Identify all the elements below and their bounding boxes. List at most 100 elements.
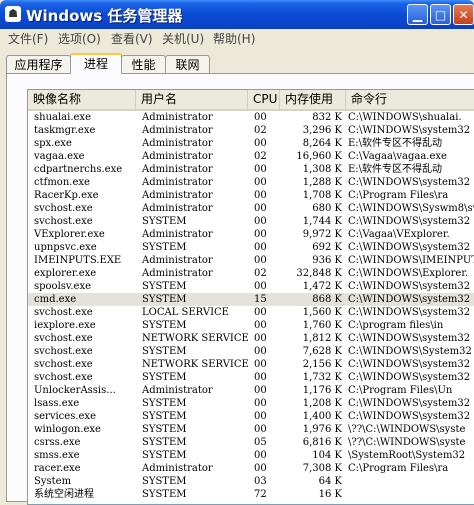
menu-shutdown[interactable]: 关机(U): [162, 30, 204, 47]
menu-bar: 文件(F) 选项(O) 查看(V) 关机(U) 帮助(H): [0, 29, 474, 47]
process-user: Administrator: [142, 164, 213, 175]
process-command-line: [348, 475, 474, 488]
menu-view[interactable]: 查看(V): [111, 30, 153, 47]
table-row[interactable]: cmd.exe SYSTEM 15 868 K C:\WINDOWS\system32: [28, 293, 474, 306]
process-cpu: 00: [254, 346, 267, 357]
process-mem: 832 K: [312, 112, 342, 123]
process-command-line: C:\WINDOWS\Syswm8\sv: [348, 203, 474, 214]
process-command-line: C:\WINDOWS\system32: [348, 177, 471, 188]
table-row[interactable]: csrss.exe SYSTEM 05 6,816 K \??\C:\WINDOWS\s…: [28, 436, 474, 449]
process-cpu: 00: [254, 385, 267, 396]
table-row[interactable]: taskmgr.exe Administrator 02 3,296 K C:\WIND…: [28, 124, 474, 137]
table-row[interactable]: vagaa.exe Administrator 02 16,960 K C:\Vagaa…: [28, 150, 474, 163]
process-user: SYSTEM: [142, 450, 187, 461]
process-name: cdpartnerchs.exe: [34, 164, 123, 175]
process-mem: 1,288 K: [302, 177, 342, 188]
table-row[interactable]: ctfmon.exe Administrator 00 1,288 K C:\WINDO…: [28, 176, 474, 189]
tab-processes[interactable]: 进程: [70, 53, 122, 74]
close-button[interactable]: ✕: [453, 4, 474, 25]
table-row[interactable]: spx.exe Administrator 00 8,264 K E:\软件专区不得乱动: [28, 137, 474, 150]
process-cpu: 00: [254, 164, 267, 175]
process-command-line: C:\WINDOWS\system32: [348, 411, 471, 422]
process-name: svchost.exe: [34, 372, 93, 383]
column-header-user-name[interactable]: 用户名: [136, 90, 248, 109]
process-cpu: 02: [254, 125, 267, 136]
table-row[interactable]: svchost.exe NETWORK SERVICE 00 1,812 K C:\WI…: [28, 332, 474, 345]
table-row[interactable]: svchost.exe LOCAL SERVICE 00 1,560 K C:\WIND…: [28, 306, 474, 319]
process-mem: 9,972 K: [302, 229, 342, 240]
process-list[interactable]: 映像名称 用户名 CPU 内存使用 命令行 shualai.exe Adminis…: [27, 89, 474, 505]
column-header-cpu[interactable]: CPU: [248, 90, 280, 109]
process-mem: 7,628 K: [302, 346, 342, 357]
process-command-line: \??\C:\WINDOWS\syste: [348, 437, 466, 448]
process-command-line: \SystemRoot\System32: [348, 450, 466, 461]
process-command-line: C:\WINDOWS\system32: [348, 281, 471, 292]
column-header-image-name[interactable]: 映像名称: [28, 90, 136, 109]
table-row[interactable]: iexplore.exe SYSTEM 00 1,760 K C:\program fi…: [28, 319, 474, 332]
table-row[interactable]: shualai.exe Administrator 00 832 K C:\WINDOW…: [28, 111, 474, 124]
process-user: NETWORK SERVICE: [142, 333, 248, 344]
process-user: SYSTEM: [142, 476, 187, 487]
table-row[interactable]: explorer.exe Administrator 02 32,848 K C:\WI…: [28, 267, 474, 280]
process-cpu: 72: [254, 489, 267, 500]
process-mem: 7,308 K: [302, 463, 342, 474]
table-row[interactable]: spoolsv.exe SYSTEM 00 1,472 K C:\WINDOWS\sys…: [28, 280, 474, 293]
process-name: csrss.exe: [34, 437, 81, 448]
process-user: SYSTEM: [142, 216, 187, 227]
process-command-line: C:\WINDOWS\system32: [348, 333, 471, 344]
process-name: RacerKp.exe: [34, 190, 99, 201]
process-command-line: C:\Program Files\ra: [348, 463, 449, 474]
process-cpu: 00: [254, 242, 267, 253]
table-row[interactable]: IMEINPUTS.EXE Administrator 00 936 K C:\WIND…: [28, 254, 474, 267]
menu-file[interactable]: 文件(F): [8, 30, 48, 47]
table-row[interactable]: lsass.exe SYSTEM 00 1,208 K C:\WINDOWS\syste…: [28, 397, 474, 410]
process-name: svchost.exe: [34, 203, 93, 214]
process-command-line: C:\WINDOWS\system32: [348, 372, 471, 383]
maximize-button[interactable]: □: [430, 4, 451, 25]
table-row[interactable]: upnpsvc.exe SYSTEM 00 692 K C:\WINDOWS\syste…: [28, 241, 474, 254]
process-mem: 3,296 K: [302, 125, 342, 136]
column-header-command-line[interactable]: 命令行: [346, 90, 474, 109]
process-command-line: C:\Program Files\ra: [348, 190, 449, 201]
table-row[interactable]: UnlockerAssis... Administrator 00 1,176 K C:…: [28, 384, 474, 397]
process-user: NETWORK SERVICE: [142, 359, 248, 370]
tab-networking[interactable]: 联网: [165, 55, 210, 73]
process-mem: 1,176 K: [302, 385, 342, 396]
menu-options[interactable]: 选项(O): [58, 30, 101, 47]
process-user: Administrator: [142, 229, 213, 240]
table-row[interactable]: VExplorer.exe Administrator 00 9,972 K C:\Va…: [28, 228, 474, 241]
table-row[interactable]: 系统空闲进程 SYSTEM 72 16 K: [28, 488, 474, 501]
table-row[interactable]: svchost.exe SYSTEM 00 1,732 K C:\WINDOWS\sys…: [28, 371, 474, 384]
table-row[interactable]: svchost.exe SYSTEM 00 7,628 K C:\WINDOWS\Sys…: [28, 345, 474, 358]
table-row[interactable]: svchost.exe SYSTEM 00 1,744 K C:\WINDOWS\sys…: [28, 215, 474, 228]
process-command-line: C:\WINDOWS\shualai.: [348, 112, 462, 123]
column-header-mem-usage[interactable]: 内存使用: [280, 90, 346, 109]
table-row[interactable]: svchost.exe Administrator 00 680 K C:\WINDOW…: [28, 202, 474, 215]
table-row[interactable]: racer.exe Administrator 00 7,308 K C:\Progra…: [28, 462, 474, 475]
minimize-button[interactable]: ▁: [407, 4, 428, 25]
process-cpu: 00: [254, 424, 267, 435]
process-mem: 16,960 K: [296, 151, 342, 162]
process-command-line: [348, 488, 474, 501]
process-user: SYSTEM: [142, 346, 187, 357]
table-row[interactable]: System SYSTEM 03 64 K: [28, 475, 474, 488]
process-command-line: E:\软件专区不得乱动: [348, 138, 443, 149]
tab-applications[interactable]: 应用程序: [6, 55, 71, 73]
table-row[interactable]: winlogon.exe SYSTEM 00 1,976 K \??\C:\WINDOW…: [28, 423, 474, 436]
process-mem: 692 K: [312, 242, 342, 253]
process-mem: 1,708 K: [302, 190, 342, 201]
process-name: winlogon.exe: [34, 424, 101, 435]
table-row[interactable]: svchost.exe NETWORK SERVICE 00 2,156 K C:\WI…: [28, 358, 474, 371]
process-name: spoolsv.exe: [34, 281, 92, 292]
process-mem: 1,472 K: [302, 281, 342, 292]
menu-help[interactable]: 帮助(H): [213, 30, 255, 47]
process-cpu: 00: [254, 281, 267, 292]
table-row[interactable]: services.exe SYSTEM 00 1,400 K C:\WINDOWS\sy…: [28, 410, 474, 423]
table-row[interactable]: RacerKp.exe Administrator 00 1,708 K C:\Prog…: [28, 189, 474, 202]
process-cpu: 00: [254, 333, 267, 344]
processes-panel: 映像名称 用户名 CPU 内存使用 命令行 shualai.exe Adminis…: [6, 73, 474, 505]
process-cpu: 00: [254, 138, 267, 149]
tab-performance[interactable]: 性能: [121, 55, 166, 73]
table-row[interactable]: smss.exe SYSTEM 00 104 K \SystemRoot\System3…: [28, 449, 474, 462]
table-row[interactable]: cdpartnerchs.exe Administrator 00 1,308 K E:…: [28, 163, 474, 176]
